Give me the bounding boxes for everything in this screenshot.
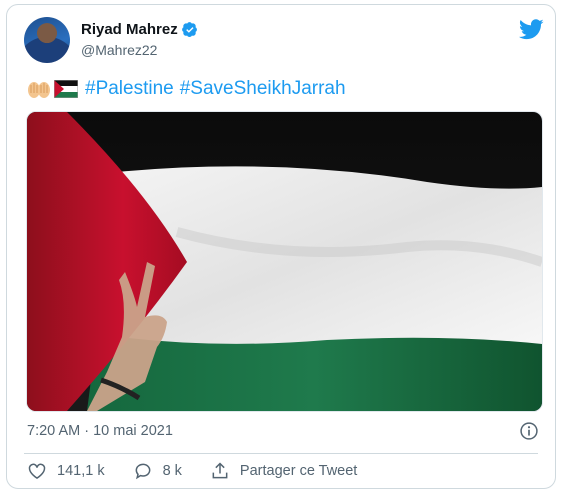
share-label: Partager ce Tweet	[239, 463, 358, 479]
tweet-card[interactable]: Riyad Mahrez @Mahrez22 #Palestine #SaveS…	[6, 4, 556, 489]
avatar[interactable]	[24, 17, 70, 63]
open-hands-emoji-icon	[28, 82, 50, 98]
author-handle[interactable]: @Mahrez22	[81, 42, 157, 58]
author-row: Riyad Mahrez	[81, 21, 198, 38]
verified-badge-icon	[181, 21, 197, 37]
tweet-actions-bar: 141,1 k 8 k Partager ce Tweet	[27, 461, 385, 481]
divider	[24, 453, 538, 454]
twitter-bird-icon[interactable]	[519, 19, 544, 40]
reply-count: 8 k	[162, 463, 182, 479]
reply-button[interactable]: 8 k	[133, 461, 182, 481]
author-display-name[interactable]: Riyad Mahrez	[81, 21, 178, 38]
heart-icon	[28, 463, 46, 479]
palestine-flag-photo	[27, 112, 542, 411]
share-button[interactable]: Partager ce Tweet	[210, 461, 357, 481]
like-count: 141,1 k	[57, 463, 105, 479]
like-button[interactable]: 141,1 k	[27, 461, 105, 481]
hashtag-palestine[interactable]: #Palestine	[85, 78, 174, 100]
palestine-flag-emoji-icon	[54, 80, 78, 98]
tweet-text: #Palestine #SaveSheikhJarrah	[27, 78, 352, 100]
tweet-timestamp[interactable]: 7:20 AM · 10 mai 2021	[27, 423, 173, 439]
info-icon[interactable]	[519, 421, 539, 441]
reply-icon	[135, 463, 150, 480]
share-icon	[212, 462, 228, 479]
tweet-media-image[interactable]	[26, 111, 543, 412]
hashtag-savesheikhjarrah[interactable]: #SaveSheikhJarrah	[180, 78, 346, 100]
